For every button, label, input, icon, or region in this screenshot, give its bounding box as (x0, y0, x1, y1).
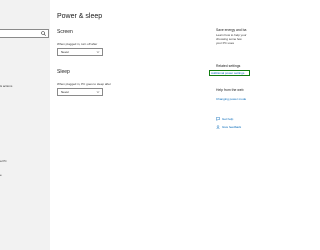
feedback-icon (216, 125, 220, 129)
save-energy-heading: Save energy and ba (216, 28, 247, 32)
sidebar-item-about-pc[interactable]: a PC (0, 159, 7, 163)
save-energy-line: your PC uses (216, 41, 235, 45)
sleep-heading: Sleep (57, 69, 70, 75)
get-help-label: Get help (222, 117, 234, 121)
sidebar-item-partial[interactable]: e (0, 173, 2, 177)
related-settings-heading: Related settings (216, 64, 241, 68)
screen-timeout-value: Never (61, 50, 70, 54)
related-panel: Save energy and ba Learn how to help you… (200, 0, 250, 250)
sidebar: & actions a PC e (0, 0, 50, 250)
screen-heading: Screen (57, 29, 73, 35)
main-content: Power & sleep Screen When plugged in, tu… (50, 0, 200, 250)
sleep-timeout-dropdown[interactable]: Never (57, 88, 103, 96)
help-chat-icon (216, 117, 220, 121)
search-input[interactable] (0, 29, 49, 38)
sleep-timeout-value: Never (61, 90, 70, 94)
sidebar-item-label: a PC (0, 159, 7, 163)
page-title: Power & sleep (57, 13, 103, 20)
changing-power-mode-link[interactable]: Changing power mode (216, 97, 246, 101)
sidebar-item-label: e (0, 173, 2, 177)
give-feedback-label: Give feedback (222, 125, 242, 129)
screen-timeout-label: When plugged in, turn off after (57, 42, 98, 46)
sleep-timeout-label: When plugged in, PC goes to sleep after (57, 82, 111, 86)
chevron-down-icon (96, 91, 100, 93)
additional-power-settings-link[interactable]: Additional power settings (209, 70, 250, 76)
screen-timeout-dropdown[interactable]: Never (57, 48, 103, 56)
chevron-down-icon (96, 51, 100, 53)
help-web-heading: Help from the web (216, 88, 244, 92)
search-icon (41, 31, 46, 36)
sidebar-item-notifications-actions[interactable]: & actions (0, 84, 12, 88)
sidebar-item-label: & actions (0, 84, 13, 88)
